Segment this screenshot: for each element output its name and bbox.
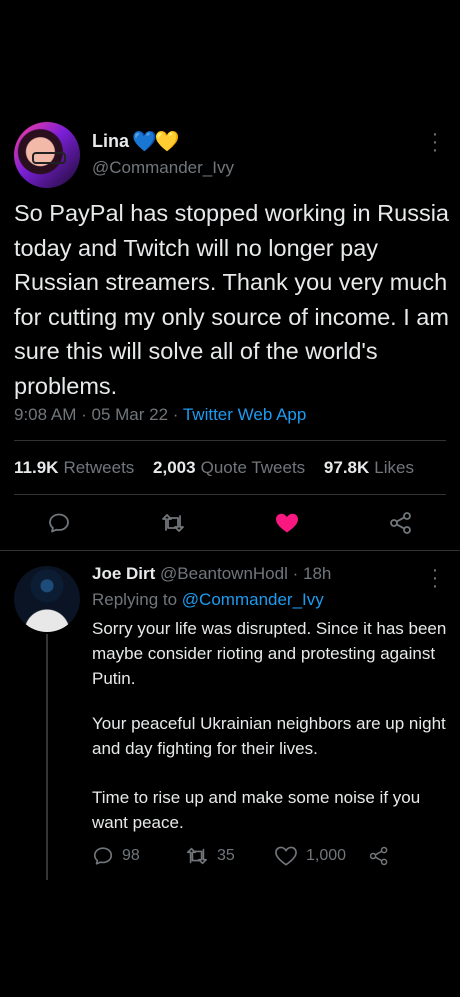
retweet-icon <box>187 847 207 865</box>
yellow-heart-icon: 💛 <box>154 131 180 153</box>
more-options-icon[interactable]: · · · <box>428 124 442 160</box>
reply-share-button[interactable] <box>368 844 398 868</box>
reply-header: Joe Dirt @BeantownHodl · 18h <box>92 564 332 583</box>
reply-retweet-button[interactable]: 35 <box>185 844 235 868</box>
share-icon[interactable] <box>388 510 414 536</box>
divider <box>14 440 446 441</box>
tweet-source[interactable]: Twitter Web App <box>183 405 306 424</box>
replying-to-handle[interactable]: @Commander_Ivy <box>182 590 324 609</box>
tweet-meta: 9:08 AM · 05 Mar 22 · Twitter Web App <box>14 405 307 424</box>
reply-age[interactable]: 18h <box>303 564 331 583</box>
reply-icon <box>93 847 113 865</box>
divider <box>0 550 460 551</box>
reply-paragraph: Your peaceful Ukrainian neighbors are up… <box>92 714 446 758</box>
tweet-date[interactable]: 05 Mar 22 <box>92 405 169 424</box>
reply-more-options-icon[interactable]: · · · <box>428 560 442 596</box>
reply-author-name[interactable]: Joe Dirt <box>92 564 155 583</box>
likes-stat[interactable]: 97.8K Likes <box>324 458 414 477</box>
share-icon <box>369 846 388 866</box>
like-icon <box>275 846 297 866</box>
tweet-text: So PayPal has stopped working in Russia … <box>14 200 449 399</box>
tweet-stats: 11.9K Retweets 2,003 Quote Tweets 97.8K Lik… <box>14 458 414 478</box>
thread-line <box>46 634 48 880</box>
retweets-stat[interactable]: 11.9K Retweets <box>14 458 134 477</box>
divider <box>14 494 446 495</box>
author-avatar[interactable] <box>14 122 80 188</box>
author-handle[interactable]: @Commander_Ivy <box>92 158 234 178</box>
reply-reply-button[interactable]: 98 <box>92 844 140 868</box>
author-name[interactable]: Lina <box>92 131 129 152</box>
retweet-icon[interactable] <box>160 510 186 536</box>
name-emoji: 💙💛 <box>132 129 180 154</box>
blue-heart-icon: 💙 <box>132 131 157 153</box>
like-icon[interactable] <box>274 510 300 536</box>
quotes-stat[interactable]: 2,003 Quote Tweets <box>153 458 305 477</box>
reply-author-handle[interactable]: @BeantownHodl <box>160 564 288 583</box>
reply-author-avatar[interactable] <box>14 566 80 632</box>
reply-paragraph: Sorry your life was disrupted. Since it … <box>92 619 447 688</box>
replying-to: Replying to @Commander_Ivy <box>92 590 324 609</box>
tweet-time[interactable]: 9:08 AM <box>14 405 76 424</box>
reply-icon[interactable] <box>46 510 72 536</box>
reply-like-button[interactable]: 1,000 <box>274 844 346 868</box>
reply-paragraph: Time to rise up and make some noise if y… <box>92 788 421 832</box>
